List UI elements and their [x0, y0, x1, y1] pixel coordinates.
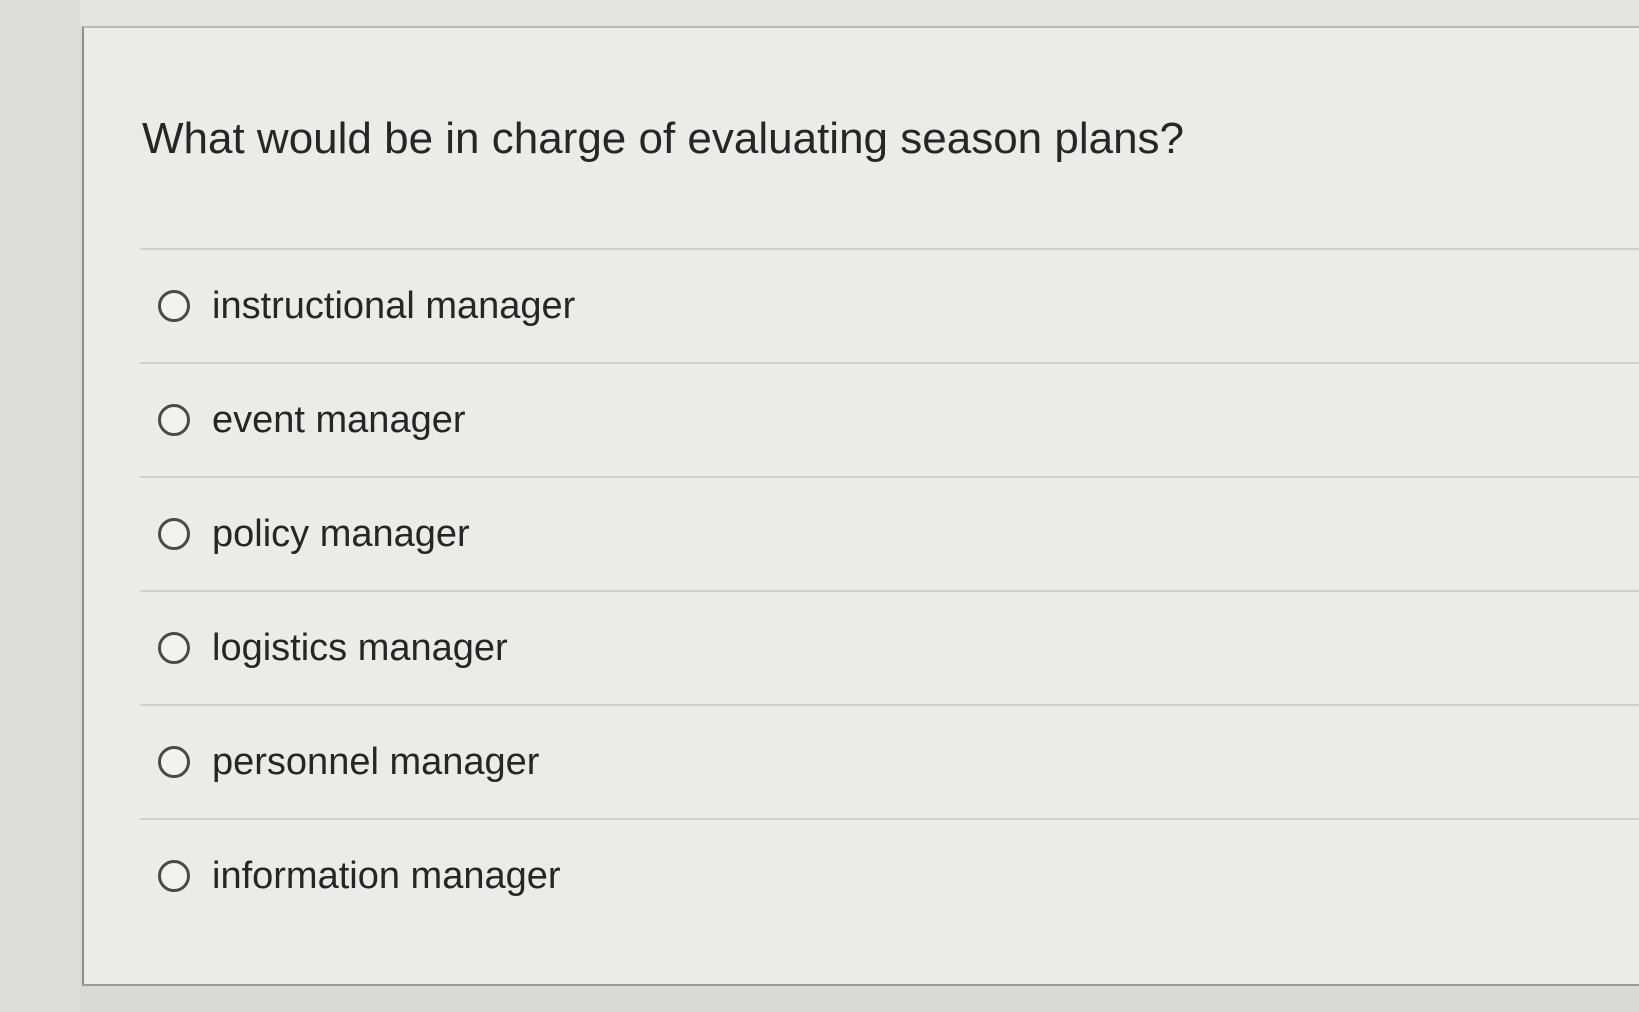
radio-button[interactable] [158, 860, 190, 892]
radio-button[interactable] [158, 518, 190, 550]
question-card: What would be in charge of evaluating se… [82, 26, 1639, 986]
option-personnel-manager[interactable]: personnel manager [140, 704, 1639, 818]
left-margin [0, 0, 80, 1012]
radio-button[interactable] [158, 746, 190, 778]
option-information-manager[interactable]: information manager [140, 818, 1639, 932]
option-label: logistics manager [212, 626, 508, 669]
option-label: policy manager [212, 512, 470, 555]
option-label: instructional manager [212, 284, 576, 327]
radio-button[interactable] [158, 632, 190, 664]
option-event-manager[interactable]: event manager [140, 362, 1639, 476]
option-label: event manager [212, 398, 466, 441]
option-label: personnel manager [212, 740, 540, 783]
option-logistics-manager[interactable]: logistics manager [140, 590, 1639, 704]
radio-button[interactable] [158, 290, 190, 322]
radio-button[interactable] [158, 404, 190, 436]
top-strip [0, 0, 1639, 26]
option-instructional-manager[interactable]: instructional manager [140, 248, 1639, 362]
option-policy-manager[interactable]: policy manager [140, 476, 1639, 590]
question-text: What would be in charge of evaluating se… [142, 114, 1185, 163]
option-label: information manager [212, 854, 561, 897]
answer-options: instructional manager event manager poli… [140, 248, 1639, 932]
